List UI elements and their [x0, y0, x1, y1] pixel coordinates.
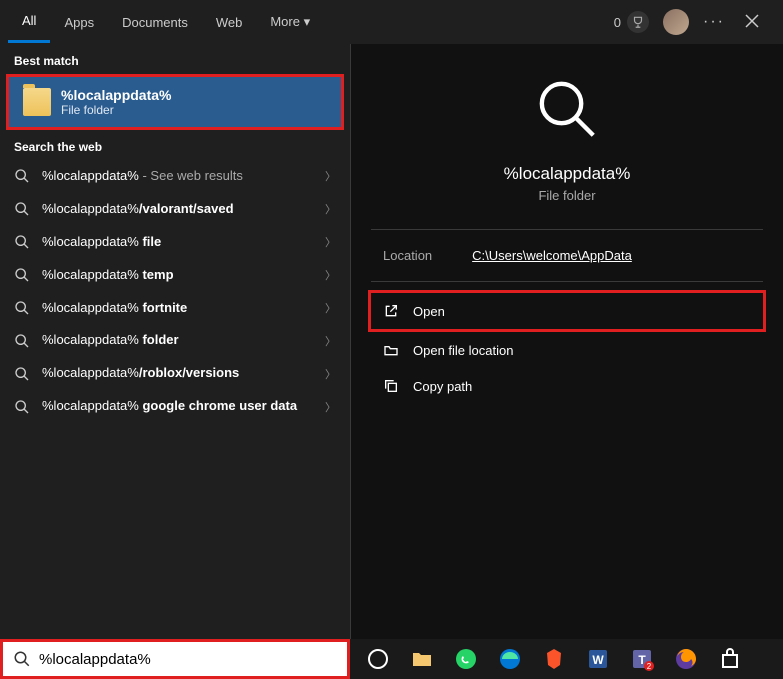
best-match-item[interactable]: %localappdata% File folder	[6, 74, 344, 130]
store-icon	[718, 647, 742, 671]
tab-apps[interactable]: Apps	[50, 3, 108, 42]
brave-icon	[542, 647, 566, 671]
tab-documents[interactable]: Documents	[108, 3, 202, 42]
web-result-item[interactable]: %localappdata% - See web results 〉	[0, 160, 350, 193]
taskbar-teams[interactable]: T2	[622, 641, 662, 677]
web-result-text: %localappdata% folder	[42, 332, 313, 349]
windows-search-panel: All Apps Documents Web More ▾ 0 ··· Best…	[0, 0, 783, 679]
action-label: Open	[413, 304, 445, 319]
location-link[interactable]: C:\Users\welcome\AppData	[472, 248, 632, 263]
web-result-text: %localappdata% - See web results	[42, 168, 313, 185]
web-result-item[interactable]: %localappdata% fortnite 〉	[0, 292, 350, 325]
word-icon: W	[586, 647, 610, 671]
taskbar-file-explorer[interactable]	[402, 641, 442, 677]
search-large-icon	[532, 74, 602, 144]
detail-subtitle: File folder	[538, 188, 595, 203]
chevron-down-icon: ▾	[304, 14, 311, 29]
best-match-title: %localappdata%	[61, 87, 171, 103]
chevron-right-icon: 〉	[325, 234, 336, 250]
search-icon	[14, 300, 30, 316]
taskbar: W T2	[350, 639, 783, 679]
web-result-text: %localappdata%/roblox/versions	[42, 365, 313, 382]
chevron-right-icon: 〉	[325, 366, 336, 382]
search-input-container[interactable]	[0, 639, 350, 679]
detail-title: %localappdata%	[504, 164, 631, 184]
action-label: Copy path	[413, 379, 472, 394]
web-result-item[interactable]: %localappdata%/valorant/saved 〉	[0, 193, 350, 226]
chevron-right-icon: 〉	[325, 267, 336, 283]
web-results-header: Search the web	[0, 130, 350, 160]
chevron-right-icon: 〉	[325, 333, 336, 349]
copy-icon	[383, 378, 399, 394]
search-icon	[14, 366, 30, 382]
results-column: Best match %localappdata% File folder Se…	[0, 44, 350, 679]
taskbar-whatsapp[interactable]	[446, 641, 486, 677]
chevron-right-icon: 〉	[325, 399, 336, 415]
best-match-subtitle: File folder	[61, 103, 171, 117]
folder-open-icon	[383, 342, 399, 358]
action-copy-path[interactable]: Copy path	[371, 368, 763, 404]
taskbar-edge[interactable]	[490, 641, 530, 677]
web-result-text: %localappdata% fortnite	[42, 300, 313, 317]
chevron-right-icon: 〉	[325, 201, 336, 217]
best-match-header: Best match	[0, 44, 350, 74]
web-result-text: %localappdata% temp	[42, 267, 313, 284]
more-options-button[interactable]: ···	[703, 13, 725, 31]
search-icon	[14, 168, 30, 184]
taskbar-firefox[interactable]	[666, 641, 706, 677]
teams-icon: T2	[630, 647, 654, 671]
web-result-text: %localappdata%/valorant/saved	[42, 201, 313, 218]
tabs-bar: All Apps Documents Web More ▾ 0 ···	[0, 0, 783, 44]
search-icon	[14, 399, 30, 415]
web-result-item[interactable]: %localappdata% google chrome user data 〉	[0, 390, 350, 423]
firefox-icon	[674, 647, 698, 671]
svg-text:2: 2	[647, 662, 652, 671]
action-open[interactable]: Open	[368, 290, 766, 332]
search-icon	[13, 650, 31, 668]
web-result-item[interactable]: %localappdata%/roblox/versions 〉	[0, 357, 350, 390]
action-label: Open file location	[413, 343, 513, 358]
tab-web[interactable]: Web	[202, 3, 257, 42]
search-icon	[14, 201, 30, 217]
open-external-icon	[383, 303, 399, 319]
svg-text:W: W	[592, 653, 604, 667]
rewards-badge[interactable]: 0	[614, 11, 649, 33]
web-result-text: %localappdata% google chrome user data	[42, 398, 313, 415]
web-result-text: %localappdata% file	[42, 234, 313, 251]
file-explorer-icon	[410, 647, 434, 671]
avatar[interactable]	[663, 9, 689, 35]
edge-icon	[498, 647, 522, 671]
chevron-right-icon: 〉	[325, 300, 336, 316]
location-row: Location C:\Users\welcome\AppData	[371, 230, 763, 281]
trophy-icon	[627, 11, 649, 33]
folder-icon	[23, 88, 51, 116]
location-label: Location	[383, 248, 432, 263]
web-result-item[interactable]: %localappdata% temp 〉	[0, 259, 350, 292]
taskbar-cortana[interactable]	[358, 641, 398, 677]
search-input[interactable]	[39, 651, 337, 668]
tab-all[interactable]: All	[8, 1, 50, 43]
detail-pane: %localappdata% File folder Location C:\U…	[350, 44, 783, 679]
chevron-right-icon: 〉	[325, 168, 336, 184]
cortana-icon	[366, 647, 390, 671]
web-result-item[interactable]: %localappdata% file 〉	[0, 226, 350, 259]
taskbar-word[interactable]: W	[578, 641, 618, 677]
taskbar-store[interactable]	[710, 641, 750, 677]
action-open-file-location[interactable]: Open file location	[371, 332, 763, 368]
search-icon	[14, 333, 30, 349]
web-result-item[interactable]: %localappdata% folder 〉	[0, 324, 350, 357]
close-button[interactable]	[739, 8, 765, 37]
whatsapp-icon	[454, 647, 478, 671]
search-icon	[14, 234, 30, 250]
search-icon	[14, 267, 30, 283]
tab-more[interactable]: More ▾	[256, 2, 324, 42]
taskbar-brave[interactable]	[534, 641, 574, 677]
